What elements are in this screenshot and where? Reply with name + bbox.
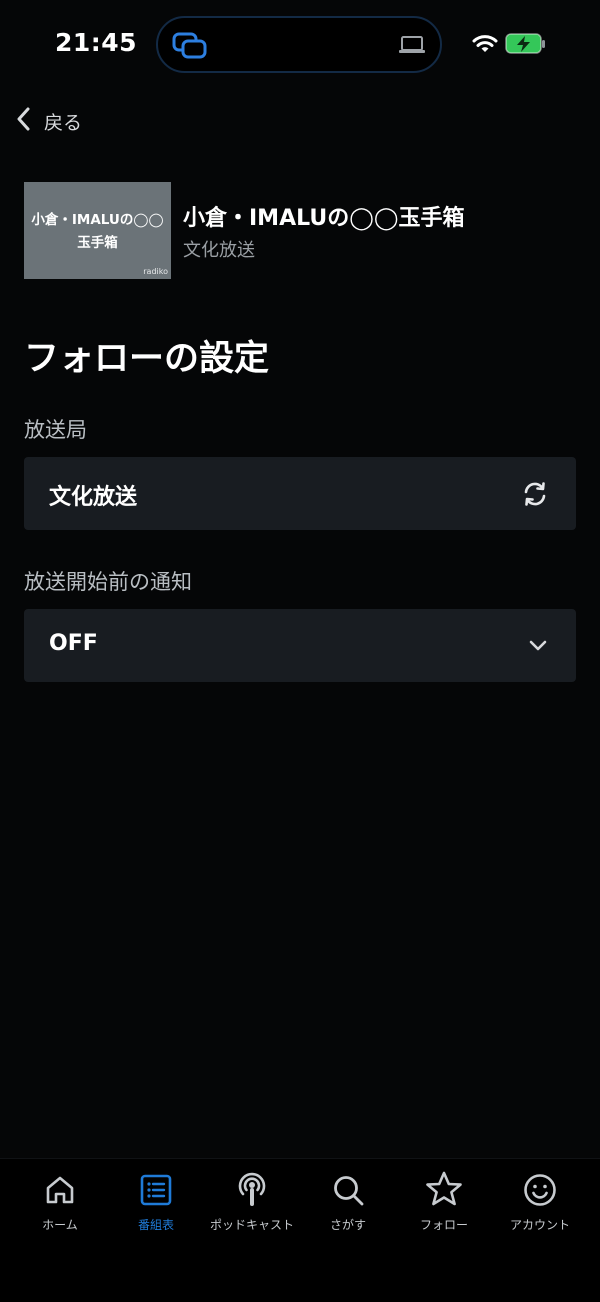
screen-mirroring-icon (172, 32, 208, 64)
nav-follow-label: フォロー (419, 1218, 468, 1232)
podcast-icon (204, 1169, 300, 1207)
nav-home-label: ホーム (42, 1218, 78, 1232)
nav-home[interactable]: ホーム (12, 1173, 108, 1243)
search-icon (300, 1173, 396, 1207)
program-list-icon (108, 1173, 204, 1207)
station-value: 文化放送 (49, 485, 138, 510)
nav-search[interactable]: さがす (300, 1173, 396, 1243)
notify-label: 放送開始前の通知 (24, 570, 192, 594)
chevron-down-icon (528, 633, 548, 663)
nav-podcast[interactable]: ポッドキャスト (204, 1172, 300, 1243)
chevron-left-icon (14, 106, 32, 137)
station-label: 放送局 (24, 418, 87, 442)
nav-program-list-label: 番組表 (137, 1218, 174, 1232)
back-button[interactable]: 戻る (14, 104, 82, 138)
program-header: 小倉・IMALUの◯◯ 玉手箱 radiko 小倉・IMALUの◯◯玉手箱 文化… (24, 182, 584, 280)
nav-program-list[interactable]: 番組表 (108, 1173, 204, 1243)
nav-search-label: さがす (329, 1218, 366, 1232)
star-icon (396, 1171, 492, 1207)
smiley-icon (492, 1173, 588, 1207)
status-bar: 21:45 (0, 0, 600, 90)
home-icon (12, 1173, 108, 1207)
nav-podcast-label: ポッドキャスト (209, 1218, 294, 1232)
nav-account-label: アカウント (509, 1218, 570, 1232)
program-title: 小倉・IMALUの◯◯玉手箱 (183, 206, 465, 231)
back-label: 戻る (44, 111, 83, 134)
nav-account[interactable]: アカウント (492, 1173, 588, 1243)
notify-select[interactable]: OFF (24, 609, 576, 682)
nav-follow[interactable]: フォロー (396, 1171, 492, 1243)
program-station: 文化放送 (183, 240, 255, 261)
wifi-icon (472, 33, 498, 59)
status-time: 21:45 (55, 28, 138, 57)
notify-value: OFF (49, 631, 98, 656)
thumbnail-text-line2: 玉手箱 (77, 235, 118, 251)
thumbnail-brand: radiko (143, 267, 168, 276)
page-title: フォローの設定 (24, 339, 270, 379)
battery-charging-icon (505, 33, 547, 59)
thumbnail-text-line1: 小倉・IMALUの◯◯ (31, 212, 164, 228)
dynamic-island (156, 16, 442, 73)
program-thumbnail: 小倉・IMALUの◯◯ 玉手箱 radiko (24, 182, 171, 279)
refresh-icon[interactable] (522, 481, 548, 511)
station-field[interactable]: 文化放送 (24, 457, 576, 530)
bottom-nav: ホーム 番組表 ポッドキャスト さがす フォロー アカウント (0, 1158, 600, 1302)
laptop-icon (398, 35, 426, 59)
